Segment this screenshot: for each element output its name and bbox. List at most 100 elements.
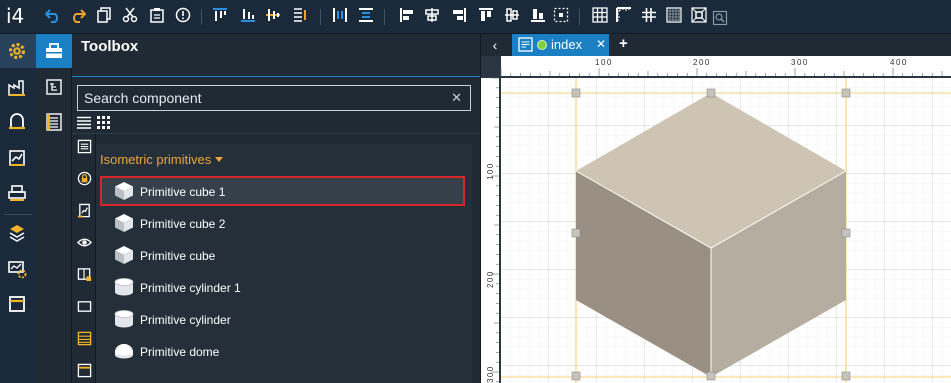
align-top-icon [213, 8, 227, 21]
align-top-edge-button[interactable] [478, 7, 494, 23]
align-center-icon [425, 8, 439, 22]
align-bottom-button[interactable] [240, 7, 256, 23]
fine-grid-button[interactable] [666, 7, 682, 23]
align-vertical-center-button[interactable] [265, 7, 281, 23]
list-view-icon[interactable] [77, 116, 91, 130]
resize-handle[interactable] [706, 88, 716, 98]
category-item[interactable] [76, 170, 92, 186]
undo-icon [45, 9, 58, 23]
zoom-fit-button[interactable] [712, 10, 728, 26]
group-header[interactable]: Isometric primitives [100, 152, 224, 167]
window-nav-item[interactable] [6, 293, 28, 315]
category-item[interactable] [76, 298, 92, 314]
category-item[interactable] [76, 234, 92, 250]
cylinder-icon [114, 278, 134, 296]
resize-handle[interactable] [571, 371, 581, 381]
redo-button[interactable] [70, 7, 86, 23]
status-dot-icon [537, 40, 547, 50]
list-item-label: Primitive cube 2 [140, 217, 226, 231]
toolbar-separator [320, 9, 321, 25]
toolbox-title: Toolbox [81, 38, 139, 55]
resize-handle[interactable] [841, 228, 851, 238]
resize-handle[interactable] [571, 88, 581, 98]
center-button[interactable] [553, 7, 569, 23]
info-button[interactable] [175, 7, 191, 23]
toolbox-tab[interactable] [43, 40, 65, 62]
category-item[interactable] [76, 362, 92, 378]
chart-category-icon [77, 203, 90, 218]
tab-index[interactable]: index ✕ [512, 34, 609, 56]
hmi-nav-item[interactable] [6, 111, 28, 133]
align-right-icon [453, 8, 466, 22]
list-item[interactable]: Primitive cube 1 [100, 176, 465, 206]
list-item[interactable]: Primitive cube 2 [100, 208, 465, 238]
settings-nav-item[interactable] [6, 40, 28, 62]
align-middle-button[interactable] [504, 7, 520, 23]
list-item-label: Primitive cube [140, 249, 216, 263]
align-center-button[interactable] [424, 7, 440, 23]
monitor-settings-nav-item[interactable] [6, 258, 28, 280]
paste-button[interactable] [149, 7, 165, 23]
category-sidebar [72, 134, 96, 383]
resize-handle[interactable] [841, 88, 851, 98]
ruler-button[interactable] [616, 7, 632, 23]
canvas-drawing[interactable]: 100 200 300 400 100 200 300 [481, 56, 951, 383]
properties-tab[interactable] [43, 111, 65, 133]
caret-down-icon [215, 157, 224, 162]
search-input[interactable] [78, 86, 438, 110]
align-left-button[interactable] [399, 7, 415, 23]
align-right-button[interactable] [451, 7, 467, 23]
align-middle-icon [505, 8, 519, 22]
printer-nav-item[interactable] [6, 182, 28, 204]
ruler-label-y: 100 [486, 162, 495, 180]
align-vertical-center-icon [266, 9, 280, 21]
align-bottom-icon [241, 9, 255, 22]
copy-button[interactable] [96, 7, 112, 23]
toolbar-separator [579, 9, 580, 25]
tab-scroll-left-button[interactable]: ‹ [486, 36, 504, 54]
toolbar-separator [201, 9, 202, 25]
resize-handle[interactable] [571, 228, 581, 238]
distribute-vertical-button[interactable] [358, 7, 374, 23]
snap-objects-button[interactable] [691, 7, 707, 23]
copy-icon [97, 7, 111, 23]
list-item-label: Primitive cylinder [140, 313, 231, 327]
trend-nav-item[interactable] [6, 147, 28, 169]
category-item[interactable] [76, 202, 92, 218]
order-button[interactable] [292, 7, 308, 23]
list-item[interactable]: Primitive cylinder [100, 304, 465, 334]
align-top-button[interactable] [212, 7, 228, 23]
factory-nav-item[interactable] [6, 76, 28, 98]
distribute-horizontal-button[interactable] [332, 7, 348, 23]
app-logo: i4 [6, 4, 25, 28]
cut-button[interactable] [122, 7, 138, 23]
toolbar-separator [384, 9, 385, 25]
grid-button[interactable] [592, 7, 608, 23]
list-item[interactable]: Primitive dome [100, 336, 465, 366]
deploy-nav-item[interactable] [6, 222, 28, 244]
list-item-label: Primitive dome [140, 345, 220, 359]
snap-grid-button[interactable] [641, 7, 657, 23]
undo-button[interactable] [45, 7, 61, 23]
tab-close-icon[interactable]: ✕ [596, 37, 606, 51]
list-item[interactable]: Primitive cylinder 1 [100, 272, 465, 302]
search-box: ✕ [77, 85, 471, 111]
printer-icon [8, 185, 26, 201]
category-item[interactable] [76, 330, 92, 346]
table-category-icon [77, 331, 91, 345]
dome-icon [115, 344, 133, 359]
resize-handle[interactable] [706, 371, 716, 381]
category-item[interactable] [76, 138, 92, 154]
category-item[interactable] [76, 266, 92, 282]
design-canvas[interactable]: 100 200 300 400 100 200 300 [480, 56, 951, 383]
clear-search-icon[interactable]: ✕ [451, 90, 462, 106]
monitor-settings-icon [8, 261, 27, 279]
add-tab-button[interactable]: + [619, 35, 628, 52]
list-item[interactable]: Primitive cube [100, 240, 465, 270]
grid-icon [592, 7, 608, 23]
tree-tab[interactable] [43, 76, 65, 98]
align-bottom-edge-button[interactable] [530, 7, 546, 23]
grid-view-icon[interactable] [97, 116, 111, 130]
resize-handle[interactable] [841, 371, 851, 381]
align-top-edge-icon [479, 8, 493, 21]
